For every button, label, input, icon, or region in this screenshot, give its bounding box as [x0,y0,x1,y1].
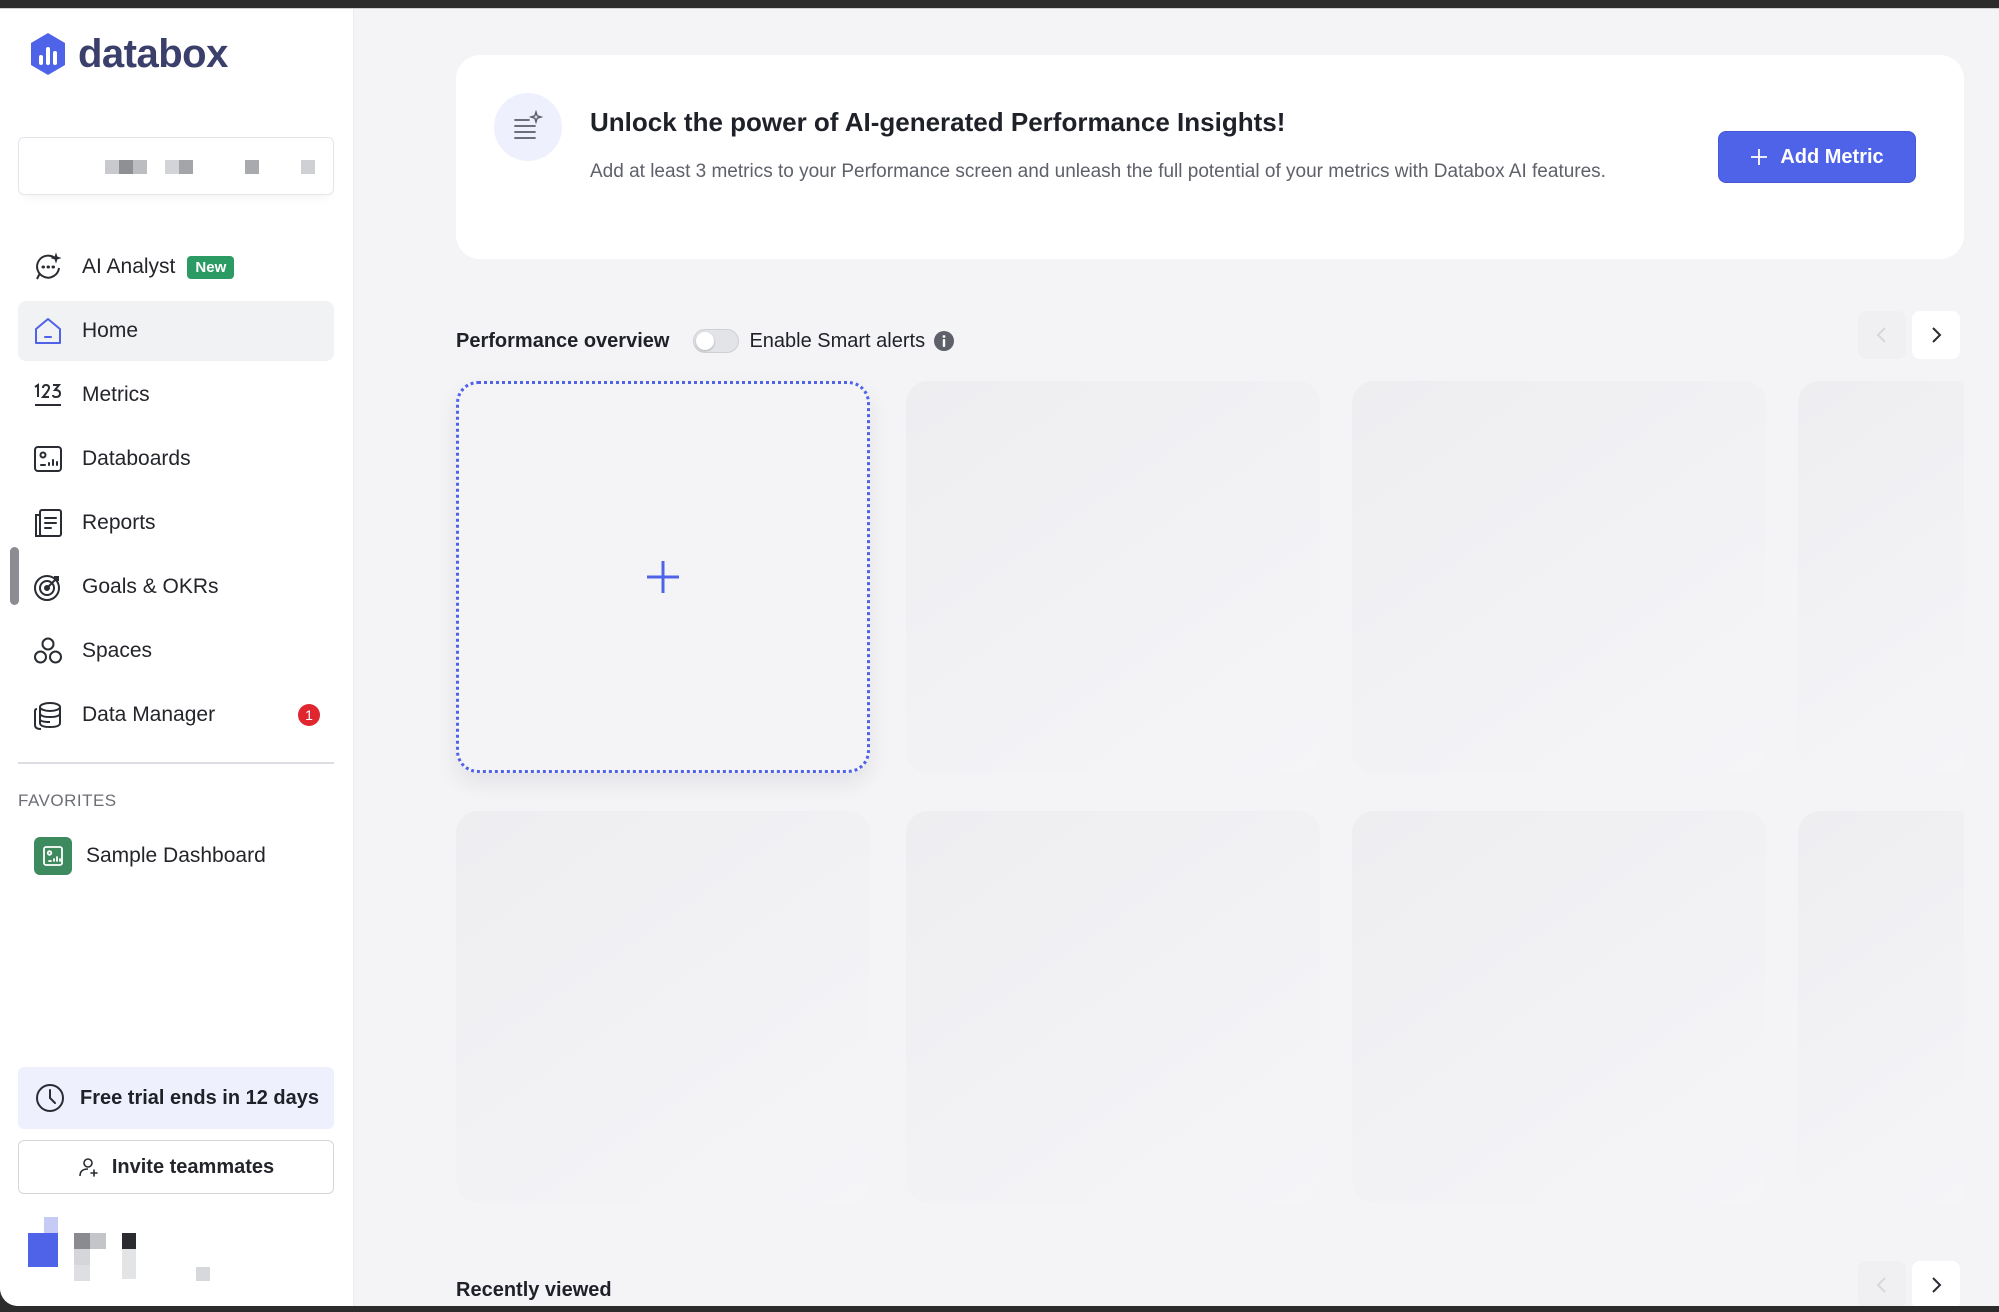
ai-analyst-icon [30,249,66,285]
sidebar-item-label: Home [82,319,139,342]
logo-icon [31,33,65,75]
metric-card-placeholder [1352,811,1766,1203]
recently-viewed-pager [1858,1261,1960,1306]
invite-teammates-button[interactable]: Invite teammates [18,1140,334,1194]
performance-pager [1858,311,1960,359]
new-badge: New [187,255,235,279]
favorites-header: FAVORITES [18,791,117,810]
sidebar-item-goals[interactable]: Goals & OKRs [18,557,334,617]
banner-description: Add at least 3 metrics to your Performan… [590,161,1606,182]
sidebar-item-label: Data Manager [82,703,216,726]
next-button[interactable] [1912,1261,1960,1306]
clock-icon [36,1084,64,1112]
performance-header: Performance overview Enable Smart alerts [456,321,955,361]
databoard-icon [30,441,66,477]
chevron-left-icon [1876,1277,1886,1293]
performance-title: Performance overview [456,329,670,352]
info-icon[interactable] [933,330,955,352]
dashboard-icon [34,837,72,875]
notification-count-badge: 1 [298,704,320,726]
sidebar-item-databoards[interactable]: Databoards [18,429,334,489]
invite-label: Invite teammates [111,1155,275,1178]
plus-icon [1751,149,1768,165]
sidebar-item-data-manager[interactable]: Data Manager 1 [18,685,334,745]
sidebar-nav: AI Analyst New Home Metrics Databoards R… [18,237,334,749]
add-metric-label: Add Metric [1780,145,1884,168]
metric-card-placeholder [1798,381,1964,773]
chevron-right-icon [1932,1277,1942,1293]
ai-insights-banner: Unlock the power of AI-generated Perform… [456,55,1964,259]
favorite-item-sample-dashboard[interactable]: Sample Dashboard [34,837,266,875]
smart-alerts-toggle[interactable] [693,329,740,353]
logo-text: databox [78,31,228,76]
favorite-item-label: Sample Dashboard [86,844,266,867]
sidebar-item-label: Databoards [82,447,191,470]
chevron-left-icon [1876,327,1886,343]
metric-card-placeholder [1798,811,1964,1203]
divider [18,762,334,764]
sidebar: databox AI Analyst New Home Metrics Data… [0,9,354,1306]
sidebar-item-label: Goals & OKRs [82,575,219,598]
sidebar-item-label: AI Analyst [82,255,176,278]
ai-insights-icon [494,93,562,161]
sidebar-item-ai-analyst[interactable]: AI Analyst New [18,237,334,297]
sidebar-scrollbar[interactable] [10,547,19,605]
database-icon [30,697,66,733]
sidebar-item-label: Spaces [82,639,153,662]
metric-card-placeholder [456,811,870,1203]
sidebar-item-label: Reports [82,511,156,534]
sidebar-item-label: Metrics [82,383,150,406]
sidebar-item-metrics[interactable]: Metrics [18,365,334,425]
redacted-account-name [105,160,119,174]
numbers-icon [30,377,66,413]
home-icon [30,313,66,349]
trial-text: Free trial ends in 12 days [80,1086,319,1109]
sidebar-item-reports[interactable]: Reports [18,493,334,553]
sidebar-item-home[interactable]: Home [18,301,334,361]
metric-card-placeholder [906,811,1320,1203]
report-icon [30,505,66,541]
add-metric-card[interactable] [456,381,870,773]
smart-alerts-label: Enable Smart alerts [749,329,926,352]
banner-title: Unlock the power of AI-generated Perform… [590,107,1286,137]
user-avatar[interactable] [28,1217,218,1289]
metric-card-placeholder [906,381,1320,773]
databox-logo[interactable]: databox [28,31,228,77]
plus-icon [647,561,679,593]
free-trial-banner[interactable]: Free trial ends in 12 days [18,1067,334,1129]
add-user-icon [79,1158,98,1177]
next-button[interactable] [1912,311,1960,359]
chevron-right-icon [1932,327,1942,343]
target-icon [30,569,66,605]
account-switcher[interactable] [18,137,334,195]
recently-viewed-title: Recently viewed [456,1279,612,1301]
previous-button[interactable] [1858,1261,1906,1306]
add-metric-button[interactable]: Add Metric [1718,131,1916,183]
previous-button[interactable] [1858,311,1906,359]
metric-card-placeholder [1352,381,1766,773]
sidebar-item-spaces[interactable]: Spaces [18,621,334,681]
spaces-icon [30,633,66,669]
app-window: databox AI Analyst New Home Metrics Data… [0,8,1999,1306]
